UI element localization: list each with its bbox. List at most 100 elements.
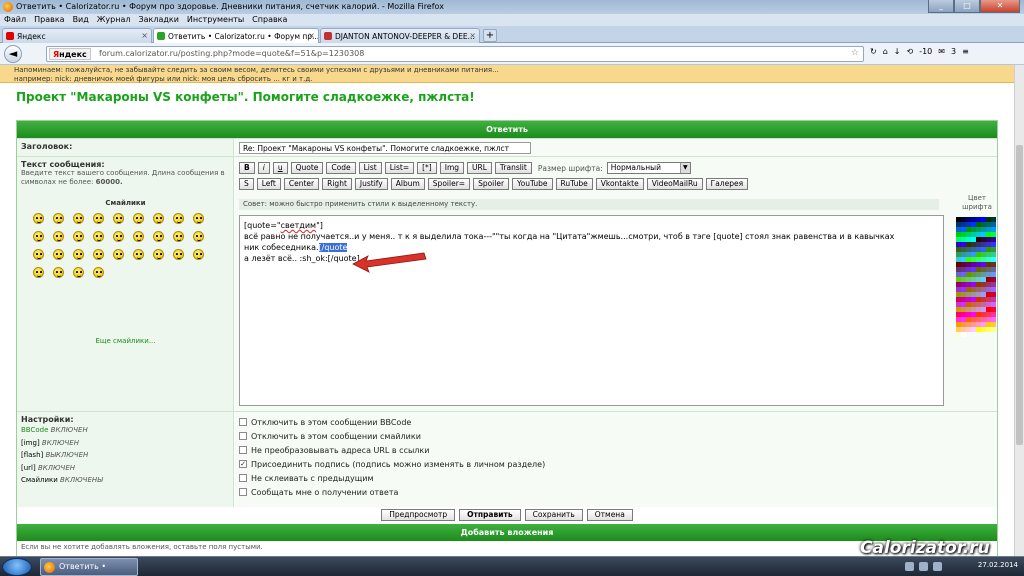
close-button[interactable]: ✕ — [980, 0, 1020, 13]
tab-djanton[interactable]: DJANTON ANTONOV-DEEPER & DEE... × — [320, 28, 480, 43]
color-swatch[interactable] — [961, 332, 966, 337]
bbcode-button[interactable]: Vkontakte — [595, 178, 644, 190]
scrollbar-thumb[interactable] — [1016, 145, 1023, 445]
download-icon[interactable]: ↓ — [894, 47, 901, 56]
start-button[interactable] — [2, 558, 32, 576]
network-icon[interactable] — [905, 562, 914, 571]
menu-item[interactable]: Закладки — [138, 14, 178, 26]
bbcode-button[interactable]: u — [272, 162, 288, 174]
bbcode-button[interactable]: [*] — [417, 162, 437, 174]
bbcode-button[interactable]: VideoMailRu — [646, 178, 703, 190]
tab-close-icon[interactable]: × — [308, 31, 315, 40]
bbcode-button[interactable]: Spoiler — [473, 178, 510, 190]
option-row[interactable]: Не преобразовывать адреса URL в ссылки — [239, 443, 993, 457]
color-swatch[interactable] — [991, 327, 996, 332]
setting-name[interactable]: BBCode — [21, 426, 48, 434]
notification-badge[interactable]: 3 — [951, 47, 956, 56]
message-textarea[interactable]: [quote="светдим"] всё равно не получаетс… — [239, 215, 944, 406]
more-smilies-link[interactable]: Еще смайлики... — [17, 337, 234, 345]
smiley-icon[interactable] — [33, 267, 44, 278]
smiley-icon[interactable] — [113, 213, 124, 224]
bbcode-button[interactable]: Img — [439, 162, 465, 174]
bbcode-button[interactable]: Album — [390, 178, 425, 190]
yandex-search-tag[interactable]: Яндекс — [49, 48, 91, 60]
smiley-icon[interactable] — [133, 213, 144, 224]
page-scrollbar[interactable] — [1014, 65, 1024, 557]
sync-icon[interactable]: ⟲ — [906, 47, 913, 56]
volume-icon[interactable] — [919, 562, 928, 571]
smiley-icon[interactable] — [73, 231, 84, 242]
checkbox[interactable] — [239, 432, 247, 440]
smiley-icon[interactable] — [53, 267, 64, 278]
smiley-icon[interactable] — [33, 231, 44, 242]
tab-yandex[interactable]: Яндекс × — [2, 28, 152, 43]
checkbox[interactable] — [239, 474, 247, 482]
tab-close-icon[interactable]: × — [469, 31, 476, 40]
new-tab-button[interactable]: + — [483, 29, 497, 42]
bbcode-button[interactable]: Quote — [290, 162, 324, 174]
option-row[interactable]: Отключить в этом сообщении смайлики — [239, 429, 993, 443]
smiley-icon[interactable] — [193, 249, 204, 260]
subject-input[interactable]: Re: Проект "Макароны VS конфеты". Помоги… — [239, 142, 531, 154]
smiley-icon[interactable] — [33, 213, 44, 224]
submit-button[interactable]: Отправить — [459, 509, 521, 521]
option-row[interactable]: Не склеивать с предыдущим — [239, 471, 993, 485]
smiley-icon[interactable] — [133, 231, 144, 242]
bbcode-button[interactable]: B — [239, 162, 255, 174]
option-row[interactable]: ✓ Присоединить подпись (подпись можно изм… — [239, 457, 993, 471]
smiley-icon[interactable] — [153, 213, 164, 224]
smiley-icon[interactable] — [53, 213, 64, 224]
bbcode-button[interactable]: Right — [322, 178, 352, 190]
menu-item[interactable]: Справка — [252, 14, 287, 26]
bbcode-button[interactable]: Code — [326, 162, 356, 174]
tab-close-icon[interactable]: × — [141, 31, 148, 40]
smiley-icon[interactable] — [93, 213, 104, 224]
bbcode-button[interactable]: RuTube — [555, 178, 593, 190]
clock[interactable]: 27.02.2014 — [978, 561, 1018, 569]
checkbox[interactable] — [239, 488, 247, 496]
bbcode-button[interactable]: List= — [384, 162, 415, 174]
smiley-icon[interactable] — [193, 231, 204, 242]
bbcode-button[interactable]: S — [239, 178, 254, 190]
menu-item[interactable]: Правка — [34, 14, 64, 26]
menu-item[interactable]: Инструменты — [187, 14, 244, 26]
preview-button[interactable]: Предпросмотр — [381, 509, 456, 521]
checkbox[interactable] — [239, 418, 247, 426]
url-text[interactable]: forum.calorizator.ru/posting.php?mode=qu… — [99, 49, 364, 58]
smiley-icon[interactable] — [93, 249, 104, 260]
smiley-icon[interactable] — [93, 231, 104, 242]
bbcode-button[interactable]: Justify — [354, 178, 388, 190]
taskbar-firefox-item[interactable]: Ответить • Calori... — [40, 558, 138, 576]
tab-calorizator[interactable]: Ответить • Calorizator.ru • Форум пр... … — [153, 28, 319, 44]
flag-icon[interactable] — [933, 562, 942, 571]
addon-icon[interactable]: ✉ — [938, 47, 945, 56]
smiley-icon[interactable] — [53, 249, 64, 260]
option-row[interactable]: Отключить в этом сообщении BBCode — [239, 415, 993, 429]
font-size-select[interactable]: Нормальный ▼ — [606, 162, 691, 174]
smiley-icon[interactable] — [153, 249, 164, 260]
bbcode-button[interactable]: Spoiler= — [427, 178, 471, 190]
smiley-icon[interactable] — [73, 213, 84, 224]
menu-item[interactable]: Вид — [73, 14, 89, 26]
bbcode-button[interactable]: Галерея — [705, 178, 749, 190]
menu-icon[interactable]: ≡ — [962, 47, 969, 56]
smiley-icon[interactable] — [73, 249, 84, 260]
back-button[interactable]: ◄ — [4, 45, 22, 63]
maximize-button[interactable]: □ — [954, 0, 980, 13]
smiley-icon[interactable] — [173, 213, 184, 224]
smiley-icon[interactable] — [193, 213, 204, 224]
bbcode-button[interactable]: URL — [467, 162, 492, 174]
page-title[interactable]: Проект "Макароны VS конфеты". Помогите с… — [16, 90, 475, 104]
menu-item[interactable]: Файл — [4, 14, 26, 26]
home-icon[interactable]: ⌂ — [883, 47, 888, 56]
smiley-icon[interactable] — [113, 249, 124, 260]
cancel-button[interactable]: Отмена — [586, 509, 633, 521]
smiley-icon[interactable] — [173, 249, 184, 260]
url-bar[interactable]: Яндекс forum.calorizator.ru/posting.php?… — [46, 46, 864, 62]
smiley-icon[interactable] — [93, 267, 104, 278]
bbcode-button[interactable]: Left — [256, 178, 281, 190]
save-button[interactable]: Сохранить — [524, 509, 583, 521]
smiley-icon[interactable] — [133, 249, 144, 260]
smiley-icon[interactable] — [33, 249, 44, 260]
smiley-icon[interactable] — [73, 267, 84, 278]
